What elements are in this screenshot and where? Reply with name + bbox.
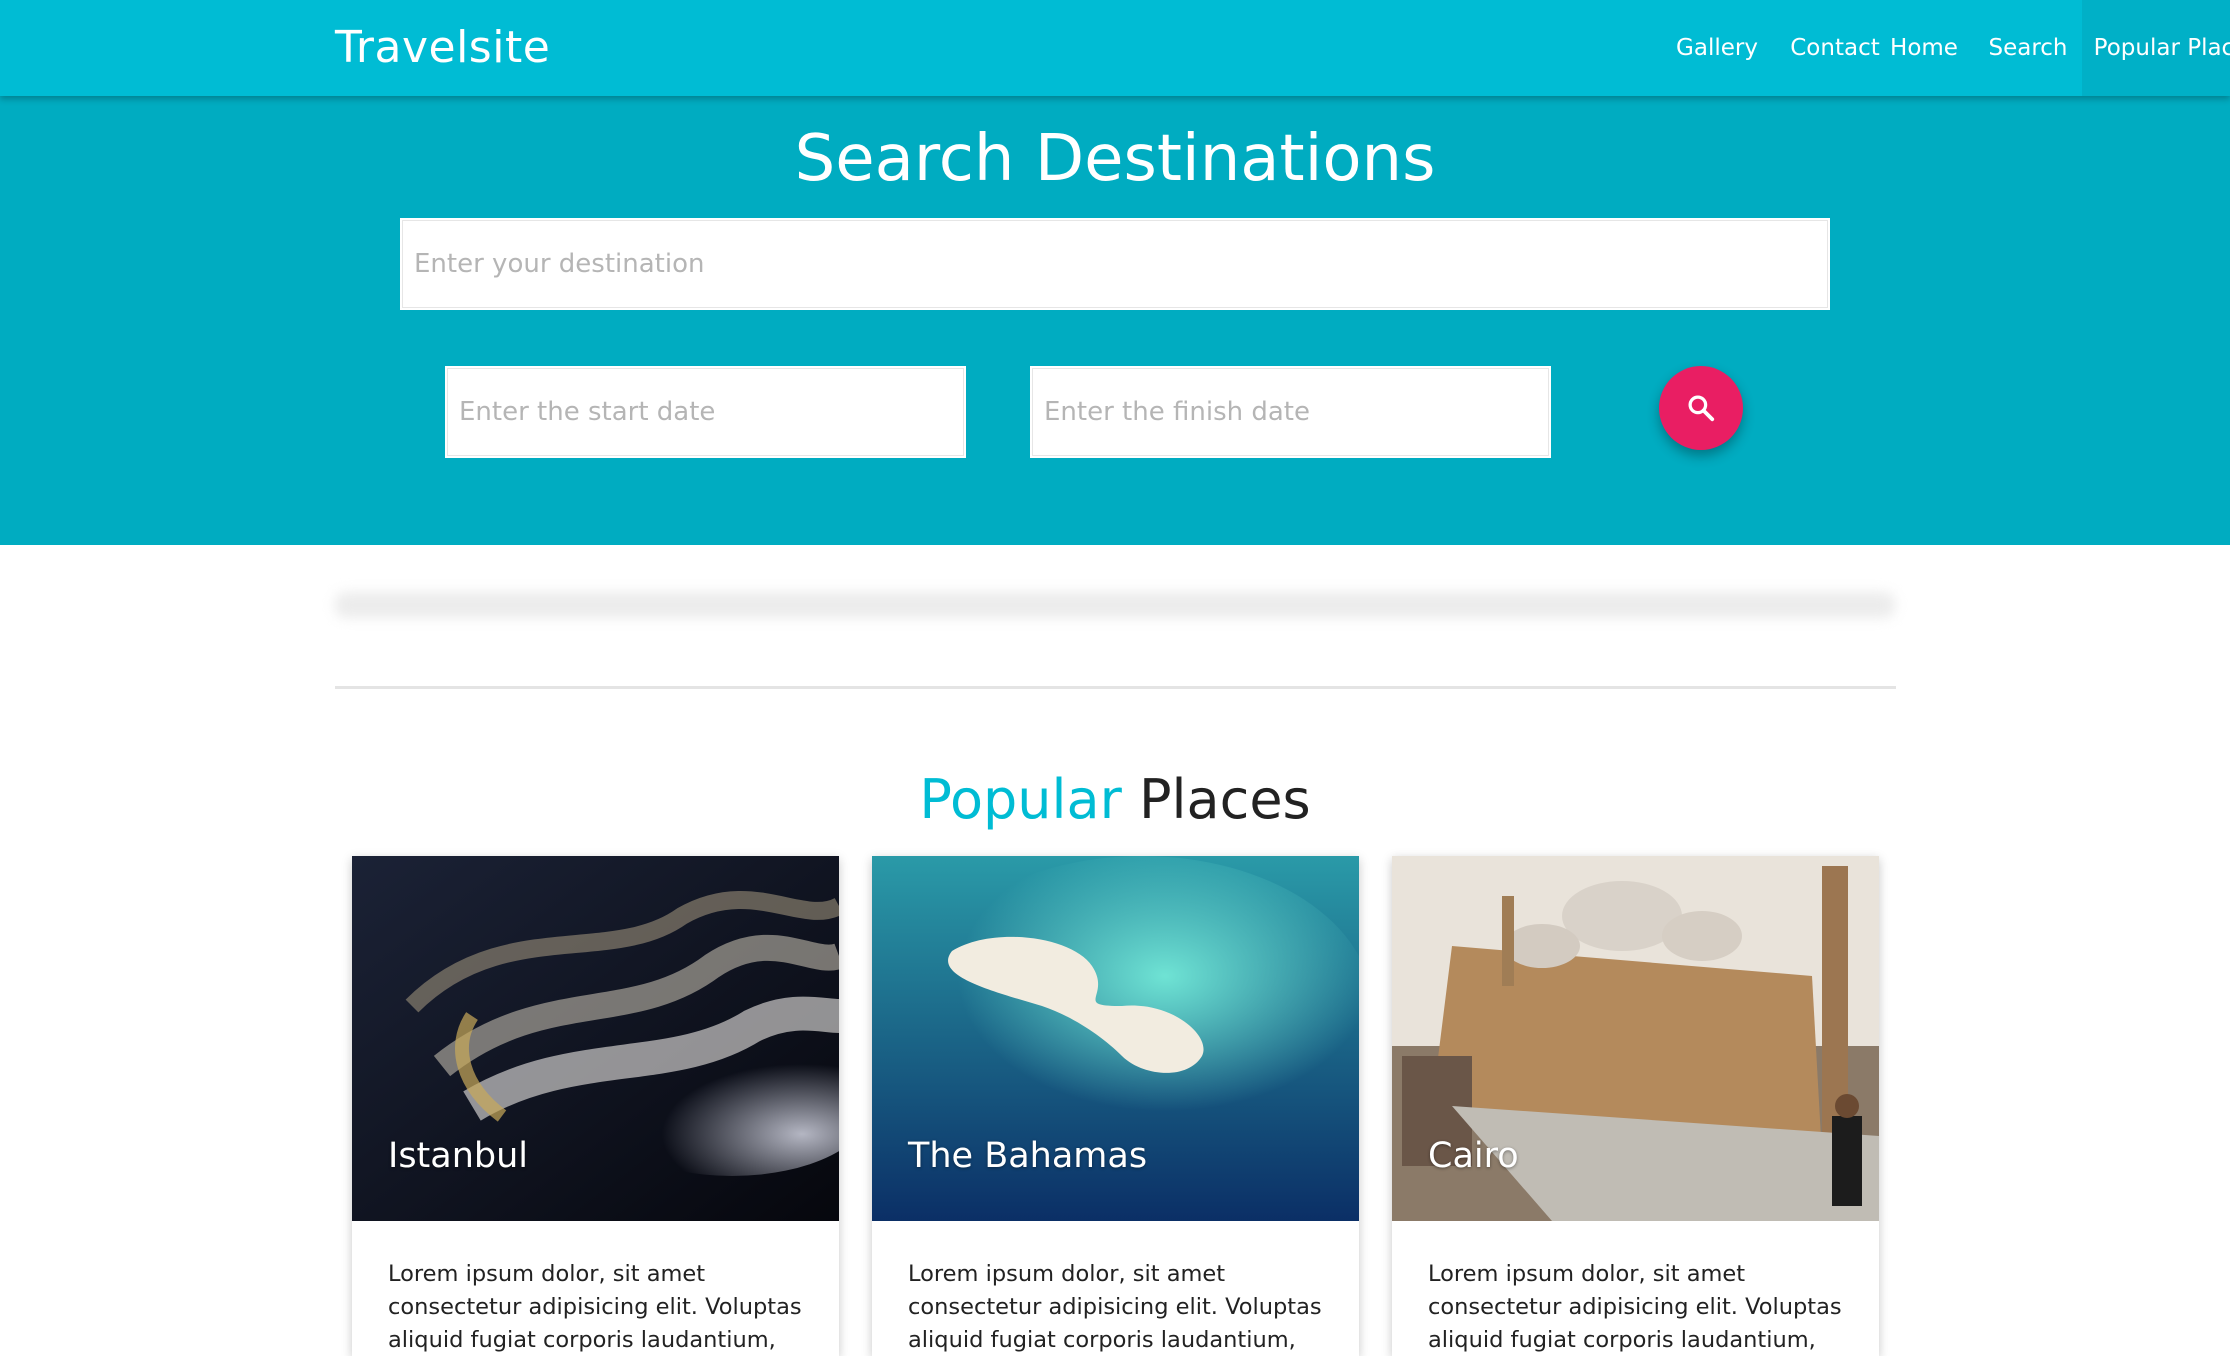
nav-item-contact[interactable]: Contact	[1776, 0, 1894, 96]
card-title: Istanbul	[388, 1136, 529, 1176]
navbar: Travelsite Home Search Popular Places Ga…	[0, 0, 2230, 96]
card-description: Lorem ipsum dolor, sit amet consectetur …	[908, 1261, 1322, 1353]
card-title: The Bahamas	[908, 1136, 1148, 1176]
card-description: Lorem ipsum dolor, sit amet consectetur …	[1428, 1261, 1842, 1353]
place-card-istanbul[interactable]: Istanbul Lorem ipsum dolor, sit amet con…	[352, 856, 839, 1356]
nav-item-search[interactable]: Search	[1978, 0, 2078, 96]
blurred-strip	[335, 592, 1895, 618]
card-image-bahamas: The Bahamas	[872, 856, 1359, 1221]
start-date-input[interactable]	[445, 366, 966, 458]
nav-item-gallery[interactable]: Gallery	[1661, 0, 1773, 96]
heading-rest: Places	[1138, 768, 1311, 831]
search-button[interactable]	[1659, 366, 1743, 450]
brand-logo[interactable]: Travelsite	[335, 22, 550, 73]
popular-places-heading: Popular Places	[0, 768, 2230, 831]
place-card-bahamas[interactable]: The Bahamas Lorem ipsum dolor, sit amet …	[872, 856, 1359, 1356]
destination-input[interactable]	[400, 218, 1830, 310]
finish-date-input[interactable]	[1030, 366, 1551, 458]
card-image-cairo: Cairo	[1392, 856, 1879, 1221]
card-image-istanbul: Istanbul	[352, 856, 839, 1221]
nav-item-popular-places[interactable]: Popular Places	[2082, 0, 2230, 96]
place-card-cairo[interactable]: Cairo Lorem ipsum dolor, sit amet consec…	[1392, 856, 1879, 1356]
search-icon	[1688, 395, 1715, 422]
section-divider	[335, 686, 1896, 689]
hero-title: Search Destinations	[794, 122, 1436, 196]
card-title: Cairo	[1428, 1136, 1519, 1176]
heading-accent: Popular	[919, 768, 1122, 831]
hero-search-section: Search Destinations	[0, 96, 2230, 545]
card-description: Lorem ipsum dolor, sit amet consectetur …	[388, 1261, 802, 1353]
